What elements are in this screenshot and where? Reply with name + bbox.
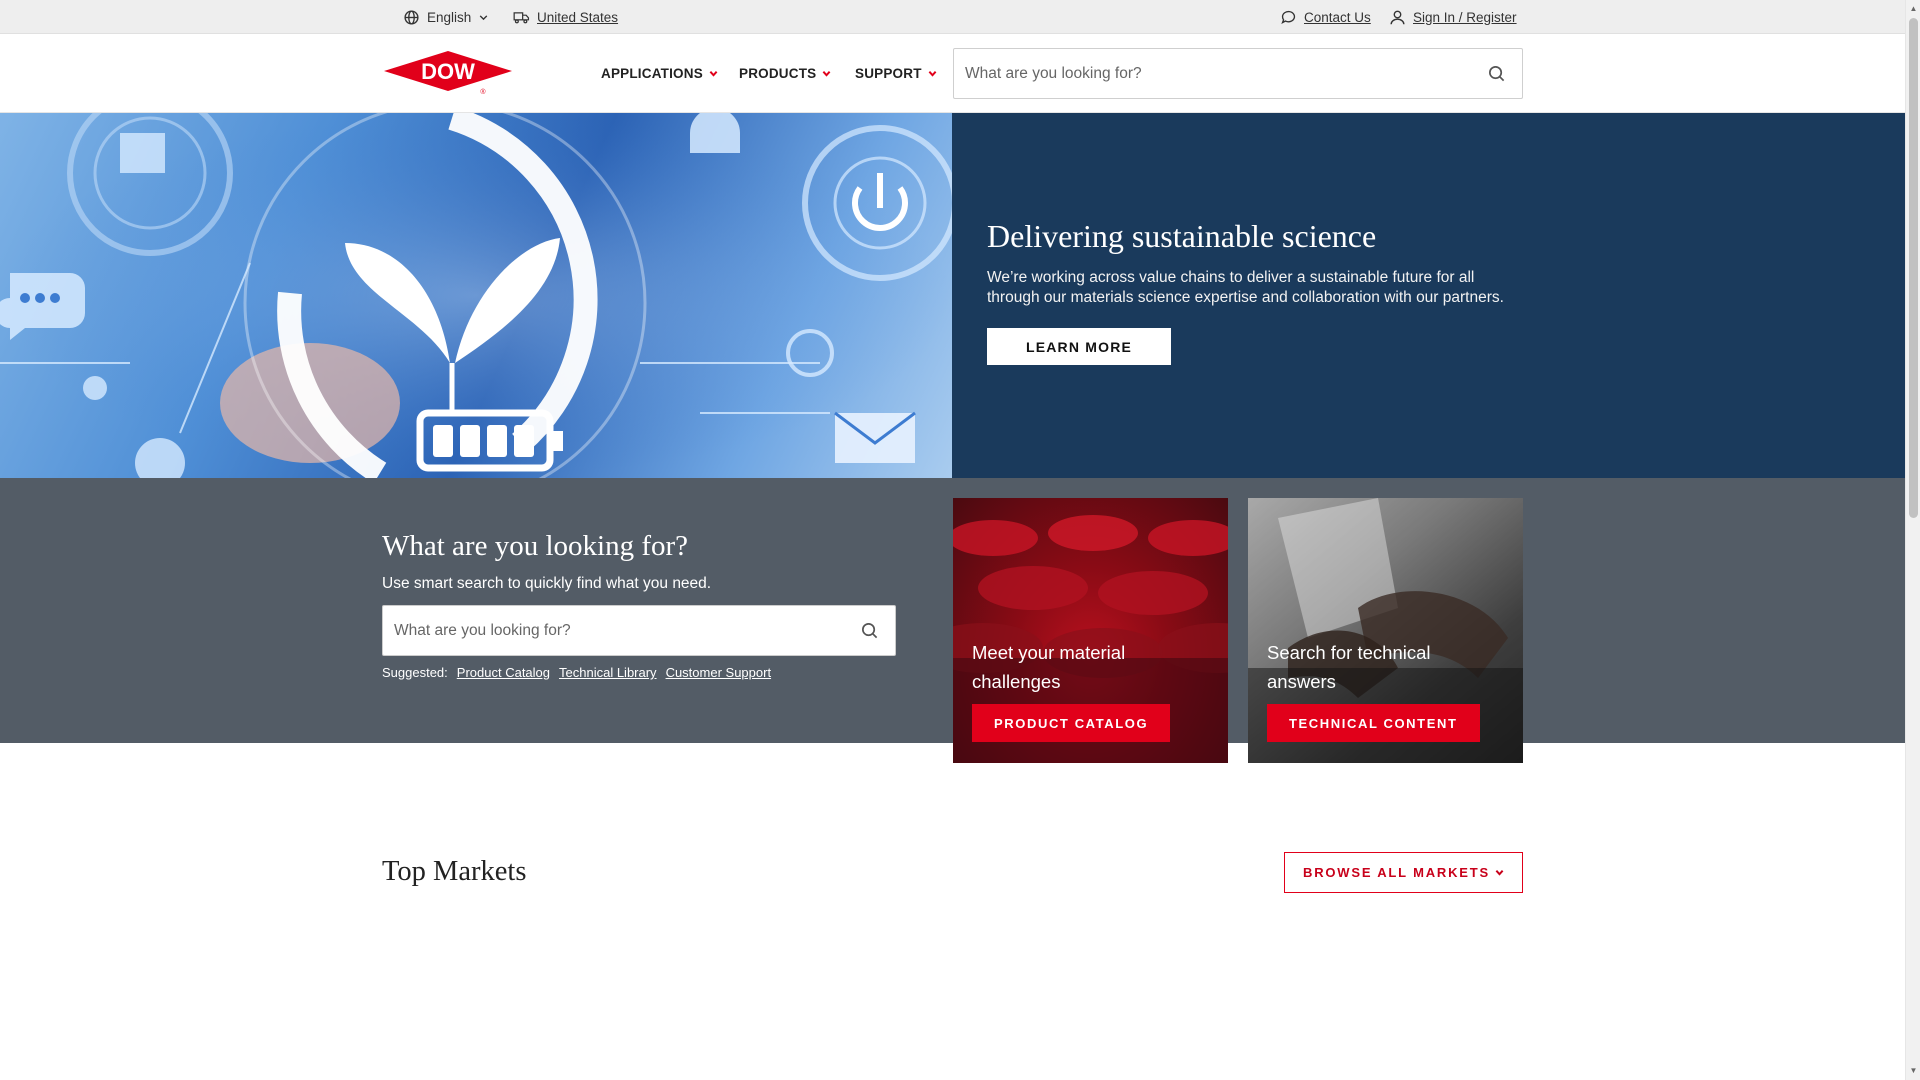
contact-link[interactable]: Contact Us — [1304, 10, 1371, 25]
top-markets-title: Top Markets — [382, 856, 527, 887]
language-label: English — [427, 9, 472, 25]
product-catalog-button[interactable]: PRODUCT CATALOG — [972, 704, 1171, 742]
band-search — [382, 605, 896, 656]
hero: Delivering sustainable science We’re wor… — [0, 113, 1905, 478]
page-scrollbar[interactable]: ▲ ▼ — [1905, 0, 1920, 1080]
browse-all-markets-label: BROWSE ALL MARKETS — [1303, 865, 1490, 880]
suggested-links: Suggested: Product Catalog Technical Lib… — [382, 665, 771, 680]
hero-title: Delivering sustainable science — [987, 218, 1377, 254]
nav-label: APPLICATIONS — [601, 65, 703, 81]
band-subtitle: Use smart search to quickly find what yo… — [382, 575, 712, 592]
nav-label: SUPPORT — [855, 65, 922, 81]
nav-products[interactable]: PRODUCTS — [739, 34, 831, 112]
suggested-product-catalog[interactable]: Product Catalog — [457, 665, 550, 680]
chevron-down-icon — [709, 70, 718, 77]
chevron-down-icon — [822, 70, 831, 77]
page: English United States Contact Us Sign In… — [0, 0, 1905, 1080]
suggested-label: Suggested: — [382, 665, 448, 680]
globe-icon — [404, 9, 419, 25]
nav-applications[interactable]: APPLICATIONS — [601, 34, 718, 112]
chat-icon — [1281, 10, 1296, 24]
scroll-up-arrow[interactable]: ▲ — [1909, 3, 1918, 13]
sustainability-illustration — [0, 113, 952, 478]
band-search-button[interactable] — [843, 606, 895, 655]
card-material-challenges: Meet your material challenges PRODUCT CA… — [953, 498, 1228, 763]
truck-icon — [513, 11, 530, 23]
language-selector[interactable]: English — [403, 0, 489, 34]
signin-link[interactable]: Sign In / Register — [1413, 10, 1517, 25]
nav-label: PRODUCTS — [739, 65, 817, 81]
hero-description: We’re working across value chains to del… — [987, 269, 1504, 306]
hero-text: Delivering sustainable science We’re wor… — [987, 218, 1527, 308]
utility-bar: English United States Contact Us Sign In… — [0, 0, 1905, 34]
suggested-customer-support[interactable]: Customer Support — [666, 665, 772, 680]
nav-support[interactable]: SUPPORT — [855, 34, 937, 112]
svg-text:DOW: DOW — [421, 59, 475, 84]
chevron-down-icon — [928, 70, 937, 77]
search-icon — [1488, 65, 1504, 82]
chevron-down-icon — [1495, 870, 1504, 876]
dow-logo[interactable]: DOW ® — [382, 49, 514, 97]
card-technical-answers: Search for technical answers TECHNICAL C… — [1248, 498, 1523, 763]
country-link[interactable]: United States — [537, 10, 618, 25]
technical-content-button[interactable]: TECHNICAL CONTENT — [1267, 704, 1480, 742]
learn-more-button[interactable]: LEARN MORE — [987, 328, 1171, 365]
scroll-down-arrow[interactable]: ▼ — [1909, 1065, 1918, 1075]
header: DOW ® APPLICATIONS PRODUCTS SUPPORT — [0, 34, 1905, 113]
browse-all-markets-button[interactable]: BROWSE ALL MARKETS — [1284, 852, 1523, 893]
svg-text:®: ® — [480, 88, 486, 96]
sign-in[interactable]: Sign In / Register — [1389, 0, 1517, 34]
contact-us[interactable]: Contact Us — [1280, 0, 1371, 34]
user-icon — [1390, 10, 1405, 24]
suggested-technical-library[interactable]: Technical Library — [559, 665, 657, 680]
chevron-down-icon — [480, 14, 488, 20]
band-search-input[interactable] — [383, 606, 843, 655]
header-search-input[interactable] — [954, 49, 1470, 98]
search-band: What are you looking for? Use smart sear… — [0, 478, 1905, 763]
header-search — [953, 48, 1523, 99]
band-title: What are you looking for? — [382, 530, 689, 562]
card-text: Meet your material challenges — [972, 642, 1126, 692]
country-selector[interactable]: United States — [513, 0, 618, 34]
header-search-button[interactable] — [1470, 49, 1522, 98]
hero-image — [0, 113, 952, 478]
scroll-thumb[interactable] — [1909, 18, 1918, 518]
search-icon — [861, 622, 877, 639]
card-text: Search for technical answers — [1267, 642, 1431, 692]
